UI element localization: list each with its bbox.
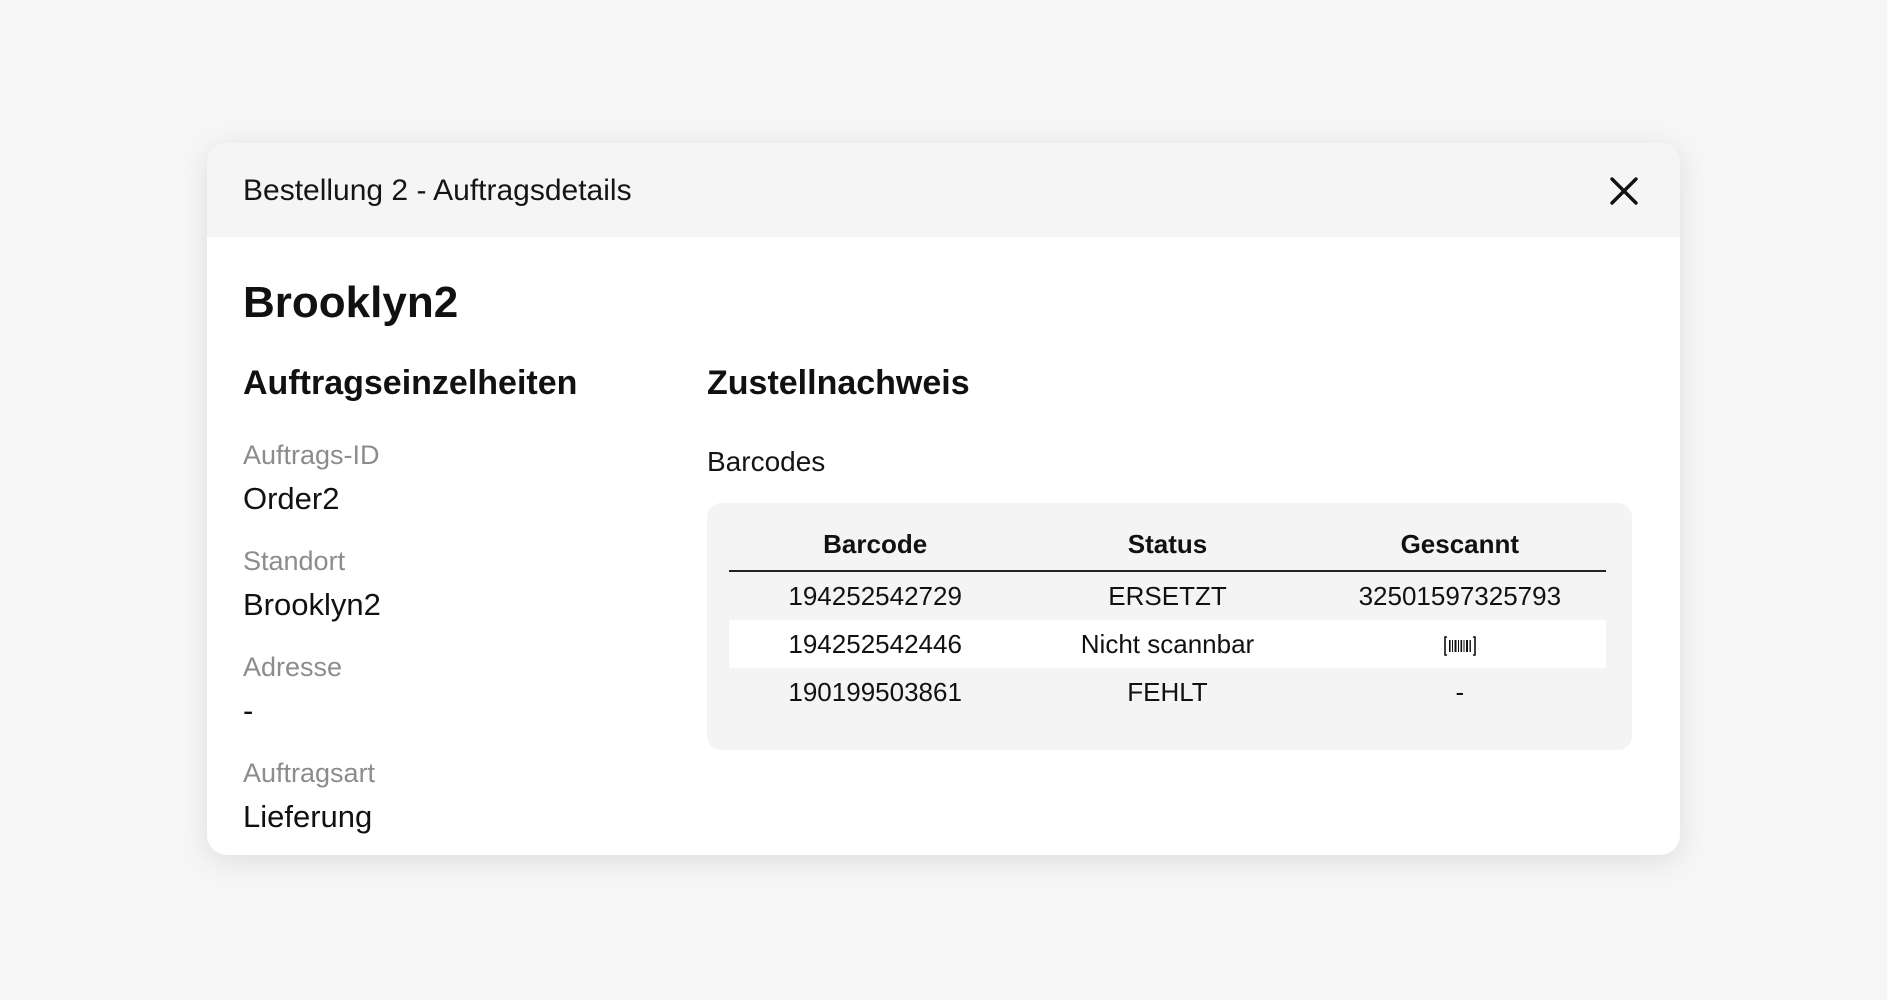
field-label: Auftrags-ID [243,440,380,470]
close-icon [1610,177,1638,205]
proof-of-delivery-heading: Zustellnachweis [707,364,970,402]
column-header-status: Status [1021,529,1314,572]
field-value: - [243,693,254,728]
field-location: Standort Brooklyn2 [243,545,663,623]
field-label: Adresse [243,652,343,682]
cell-scanned: - [1455,676,1465,707]
table-row: 194252542446 Nicht scannbar [729,620,1606,668]
order-details-modal: Bestellung 2 - Auftragsdetails Brooklyn2… [207,143,1680,855]
barcode-table: Barcode Status Gescannt 194252542729 ERS… [729,529,1606,716]
field-value: Brooklyn2 [243,587,381,622]
proof-of-delivery-section: Zustellnachweis Barcodes Barcode Status … [707,363,1632,750]
table-row: 190199503861 FEHLT - [729,668,1606,716]
field-value: Order2 [243,481,340,516]
cell-barcode: 190199503861 [788,676,962,707]
cell-scanned: 32501597325793 [1358,580,1562,611]
cell-barcode: 194252542729 [788,580,962,611]
column-header-barcode: Barcode [729,529,1022,572]
cell-barcode: 194252542446 [729,620,1022,668]
table-row: 194252542729 ERSETZT 32501597325793 [729,571,1606,620]
field-value: Lieferung [243,799,373,834]
cell-status: FEHLT [1127,676,1208,707]
table-header-row: Barcode Status Gescannt [729,529,1606,572]
column-header-scanned: Gescannt [1313,529,1606,572]
field-order-id: Auftrags-ID Order2 [243,439,663,517]
modal-title: Bestellung 2 - Auftragsdetails [243,174,632,207]
order-heading: Brooklyn2 [243,278,459,327]
cell-status: Nicht scannbar [1021,620,1314,668]
field-address: Adresse - [243,651,663,729]
modal-header: Bestellung 2 - Auftragsdetails [207,143,1680,237]
cell-scanned [1313,620,1606,668]
barcode-scan-icon [1444,635,1476,656]
modal-body: Brooklyn2 Auftragseinzelheiten Auftrags-… [207,237,1680,855]
field-label: Standort [243,546,346,576]
order-details-heading: Auftragseinzelheiten [243,364,578,402]
cell-status: ERSETZT [1108,580,1227,611]
barcode-panel: Barcode Status Gescannt 194252542729 ERS… [707,503,1632,750]
field-label: Auftragsart [243,758,376,788]
barcodes-label: Barcodes [707,446,826,477]
order-details-section: Auftragseinzelheiten Auftrags-ID Order2 … [243,363,663,835]
close-button[interactable] [1604,171,1644,211]
field-order-type: Auftragsart Lieferung [243,757,663,835]
